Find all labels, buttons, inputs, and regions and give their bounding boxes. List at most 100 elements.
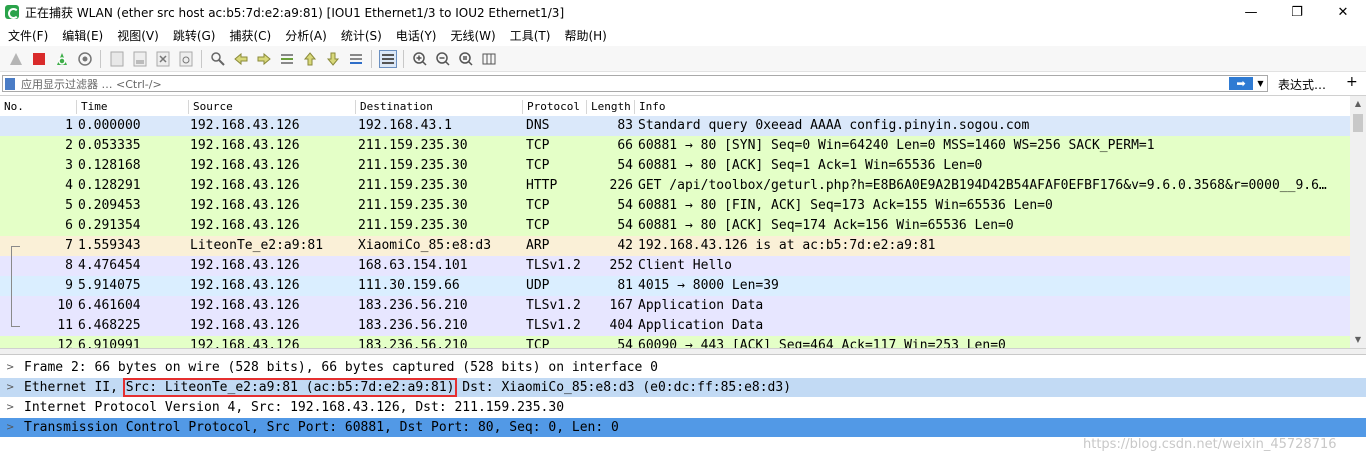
chevron-right-icon[interactable]: > xyxy=(6,398,14,417)
packet-source: 192.168.43.126 xyxy=(190,278,300,293)
detail-ethernet[interactable]: > Ethernet II, Src: LiteonTe_e2:a9:81 (a… xyxy=(0,378,1366,397)
autoscroll-icon[interactable] xyxy=(347,50,365,68)
packet-destination: 192.168.43.1 xyxy=(358,118,452,133)
menu-bar: 文件(F) 编辑(E) 视图(V) 跳转(G) 捕获(C) 分析(A) 统计(S… xyxy=(0,24,1366,46)
packet-row[interactable]: 8 4.476454 192.168.43.126 168.63.154.101 TLS… xyxy=(0,256,1350,276)
packet-time: 5.914075 xyxy=(78,278,141,293)
menu-file[interactable]: 文件(F) xyxy=(0,27,54,44)
detail-tcp[interactable]: > Transmission Control Protocol, Src Por… xyxy=(0,418,1366,437)
packet-source: 192.168.43.126 xyxy=(190,218,300,233)
reload-file-icon[interactable] xyxy=(177,50,195,68)
arrow-right-icon[interactable]: ➡ xyxy=(1229,77,1253,90)
menu-view[interactable]: 视图(V) xyxy=(109,27,165,44)
scroll-thumb[interactable] xyxy=(1353,114,1363,132)
packet-destination: 183.236.56.210 xyxy=(358,318,468,333)
open-file-icon[interactable] xyxy=(108,50,126,68)
packet-row[interactable]: 11 6.468225 192.168.43.126 183.236.56.210 TL… xyxy=(0,316,1350,336)
packet-source: LiteonTe_e2:a9:81 xyxy=(190,238,324,253)
scroll-up-icon[interactable]: ▲ xyxy=(1350,96,1366,112)
packet-time: 0.053335 xyxy=(78,138,141,153)
column-protocol[interactable]: Protocol xyxy=(522,100,586,114)
column-destination[interactable]: Destination xyxy=(355,100,522,114)
packet-length: 54 xyxy=(617,338,633,348)
packet-list: No. Time Source Destination Protocol Len… xyxy=(0,96,1366,348)
menu-edit[interactable]: 编辑(E) xyxy=(54,27,109,44)
zoom-out-icon[interactable] xyxy=(434,50,452,68)
menu-capture[interactable]: 捕获(C) xyxy=(221,27,277,44)
go-forward-icon[interactable] xyxy=(255,50,273,68)
packet-length: 42 xyxy=(617,238,633,253)
go-last-icon[interactable] xyxy=(324,50,342,68)
highlighted-src-address: Src: LiteonTe_e2:a9:81 (ac:b5:7d:e2:a9:8… xyxy=(122,378,458,397)
main-toolbar xyxy=(0,46,1366,72)
packet-time: 4.476454 xyxy=(78,258,141,273)
packet-row[interactable]: 3 0.128168 192.168.43.126 211.159.235.30 TCP… xyxy=(0,156,1350,176)
window-title: 正在捕获 WLAN (ether src host ac:b5:7d:e2:a9… xyxy=(25,5,565,20)
bookmark-icon[interactable] xyxy=(5,77,15,90)
menu-help[interactable]: 帮助(H) xyxy=(556,27,612,44)
chevron-right-icon[interactable]: > xyxy=(6,418,14,437)
add-filter-button[interactable]: + xyxy=(1346,74,1358,90)
packet-source: 192.168.43.126 xyxy=(190,138,300,153)
menu-go[interactable]: 跳转(G) xyxy=(165,27,222,44)
packet-no: 5 xyxy=(65,198,73,213)
chevron-right-icon[interactable]: > xyxy=(6,378,14,397)
packet-destination: 211.159.235.30 xyxy=(358,158,468,173)
packet-list-scrollbar[interactable]: ▲ ▼ xyxy=(1350,96,1366,348)
menu-analyze[interactable]: 分析(A) xyxy=(277,27,333,44)
detail-ip[interactable]: > Internet Protocol Version 4, Src: 192.… xyxy=(0,398,1366,417)
zoom-reset-icon[interactable] xyxy=(457,50,475,68)
capture-options-icon[interactable] xyxy=(76,50,94,68)
go-back-icon[interactable] xyxy=(232,50,250,68)
column-source[interactable]: Source xyxy=(188,100,355,114)
packet-time: 6.468225 xyxy=(78,318,141,333)
packet-row[interactable]: 5 0.209453 192.168.43.126 211.159.235.30 TCP… xyxy=(0,196,1350,216)
packet-row[interactable]: 6 0.291354 192.168.43.126 211.159.235.30 TCP… xyxy=(0,216,1350,236)
packet-source: 192.168.43.126 xyxy=(190,298,300,313)
column-time[interactable]: Time xyxy=(76,100,188,114)
packet-info: 4015 → 8000 Len=39 xyxy=(638,278,779,293)
menu-tools[interactable]: 工具(T) xyxy=(502,27,557,44)
go-first-icon[interactable] xyxy=(301,50,319,68)
expression-button[interactable]: 表达式… xyxy=(1278,76,1326,93)
packet-row[interactable]: 10 6.461604 192.168.43.126 183.236.56.210 TL… xyxy=(0,296,1350,316)
colorize-icon[interactable] xyxy=(378,49,397,68)
packet-row[interactable]: 1 0.000000 192.168.43.126 192.168.43.1 DNS 83… xyxy=(0,116,1350,136)
column-info[interactable]: Info xyxy=(634,100,1350,114)
menu-statistics[interactable]: 统计(S) xyxy=(333,27,388,44)
packet-row[interactable]: 9 5.914075 192.168.43.126 111.30.159.66 UDP 8… xyxy=(0,276,1350,296)
packet-no: 12 xyxy=(57,338,73,348)
column-no[interactable]: No. xyxy=(0,100,76,114)
go-to-packet-icon[interactable] xyxy=(278,50,296,68)
packet-destination: 211.159.235.30 xyxy=(358,178,468,193)
chevron-down-icon[interactable]: ▼ xyxy=(1255,77,1266,90)
start-capture-icon[interactable] xyxy=(7,50,25,68)
packet-row[interactable]: 2 0.053335 192.168.43.126 211.159.235.30 TCP… xyxy=(0,136,1350,156)
menu-wireless[interactable]: 无线(W) xyxy=(443,27,502,44)
close-button[interactable]: ✕ xyxy=(1320,0,1366,24)
scroll-down-icon[interactable]: ▼ xyxy=(1350,332,1366,348)
column-length[interactable]: Length xyxy=(586,100,634,114)
packet-row[interactable]: 12 6.910991 192.168.43.126 183.236.56.210 TC… xyxy=(0,336,1350,348)
menu-telephony[interactable]: 电话(Y) xyxy=(388,27,443,44)
minimize-button[interactable]: — xyxy=(1228,0,1274,24)
packet-time: 0.209453 xyxy=(78,198,141,213)
maximize-button[interactable]: ❐ xyxy=(1274,0,1320,24)
display-filter-input[interactable]: 应用显示过滤器 … <Ctrl-/> ➡ ▼ xyxy=(2,75,1268,92)
zoom-in-icon[interactable] xyxy=(411,50,429,68)
resize-columns-icon[interactable] xyxy=(480,50,498,68)
chevron-right-icon[interactable]: > xyxy=(6,358,14,377)
conversation-bracket xyxy=(11,296,20,327)
stop-capture-icon[interactable] xyxy=(30,50,48,68)
packet-length: 404 xyxy=(609,318,633,333)
packet-info: 60881 → 80 [FIN, ACK] Seq=173 Ack=155 Wi… xyxy=(638,198,1053,213)
packet-row[interactable]: 7 1.559343 LiteonTe_e2:a9:81 XiaomiCo_85:e8… xyxy=(0,236,1350,256)
restart-capture-icon[interactable] xyxy=(53,50,71,68)
packet-row[interactable]: 4 0.128291 192.168.43.126 211.159.235.30 HTT… xyxy=(0,176,1350,196)
close-file-icon[interactable] xyxy=(154,50,172,68)
find-packet-icon[interactable] xyxy=(209,50,227,68)
packet-info: 192.168.43.126 is at ac:b5:7d:e2:a9:81 xyxy=(638,238,936,253)
detail-frame[interactable]: > Frame 2: 66 bytes on wire (528 bits), … xyxy=(0,358,1366,377)
packet-protocol: TLSv1.2 xyxy=(526,318,581,333)
save-file-icon[interactable] xyxy=(131,50,149,68)
